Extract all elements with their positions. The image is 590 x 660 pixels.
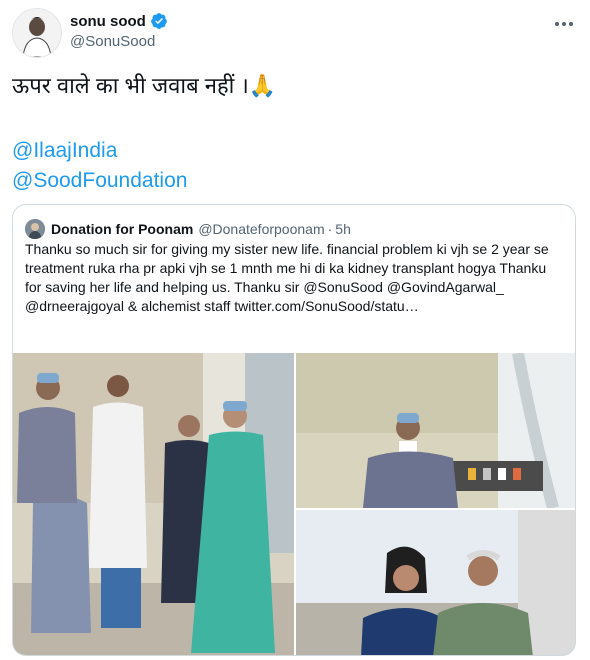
hospital-group-photo[interactable] — [13, 353, 294, 656]
mention-link-ilaajindia[interactable]: @IlaajIndia — [12, 136, 187, 166]
quoted-timestamp[interactable]: 5h — [335, 221, 351, 237]
more-options-icon[interactable] — [552, 12, 576, 36]
quoted-author-avatar[interactable] — [25, 219, 45, 239]
dot-separator: · — [327, 221, 333, 237]
quoted-tweet-text: Thanku so much sir for giving my sister … — [25, 241, 549, 314]
quoted-handle[interactable]: @Donateforpoonam — [198, 221, 324, 237]
mention-link-soodfoundation[interactable]: @SoodFoundation — [12, 166, 187, 196]
quoted-media-grid — [13, 353, 576, 656]
verified-badge-icon — [150, 13, 167, 29]
siblings-rooftop-photo[interactable] — [296, 510, 576, 656]
author-display-name[interactable]: sonu sood — [70, 13, 146, 30]
author-handle[interactable]: @SonuSood — [70, 33, 155, 50]
quoted-tweet-card[interactable]: Donation for Poonam @Donateforpoonam · 5… — [12, 204, 576, 656]
author-avatar[interactable] — [12, 8, 62, 58]
quoted-display-name[interactable]: Donation for Poonam — [51, 221, 193, 237]
tweet-mentions: @IlaajIndia @SoodFoundation — [12, 136, 187, 196]
patient-in-hospital-bed-photo[interactable] — [296, 353, 576, 510]
tweet-text: ऊपर वाले का भी जवाब नहीं ।🙏 — [12, 73, 277, 98]
